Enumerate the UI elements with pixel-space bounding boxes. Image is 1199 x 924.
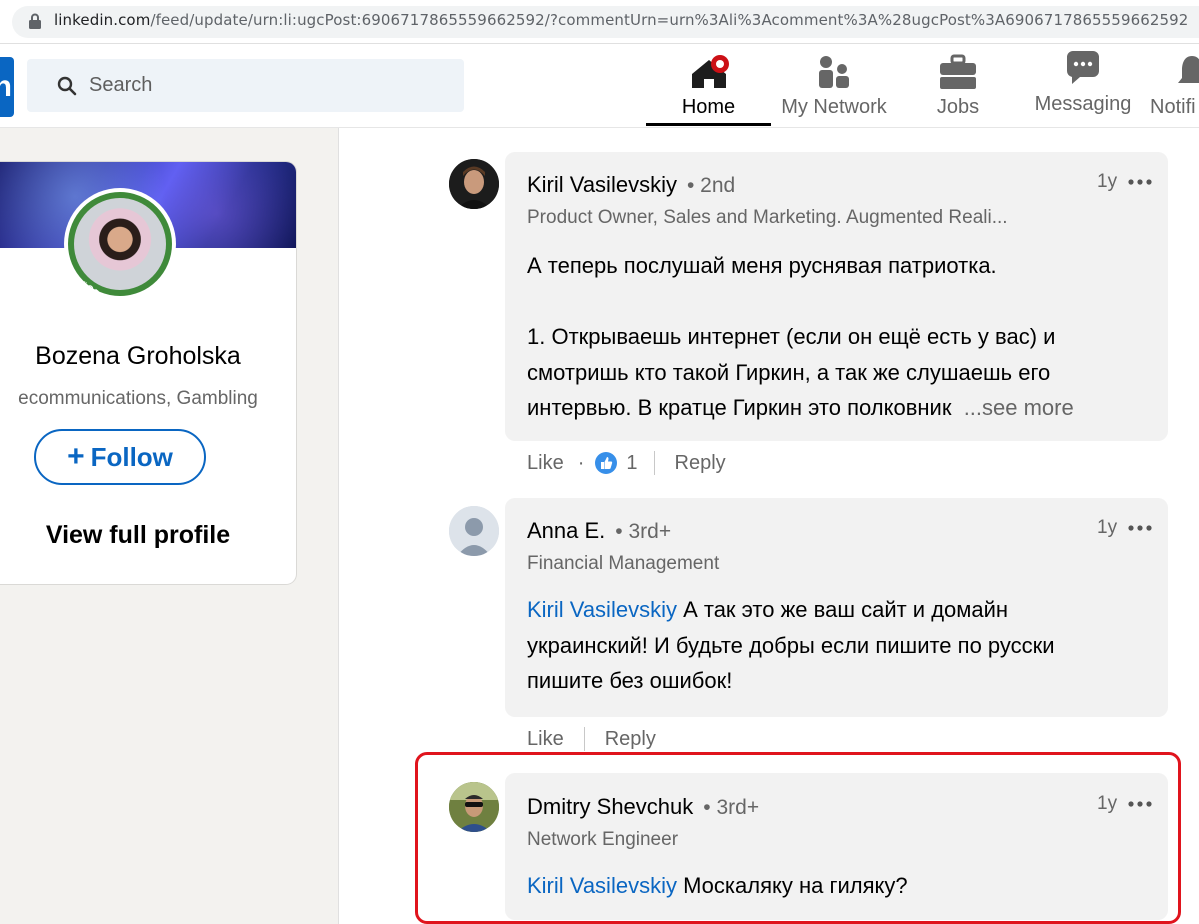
search-icon: [57, 76, 77, 96]
default-avatar-icon: [449, 506, 499, 556]
follow-label: Follow: [90, 442, 173, 472]
mention-link[interactable]: Kiril Vasilevskiy: [527, 597, 677, 622]
avatar-photo: [449, 159, 499, 209]
comment-line: 1. Открываешь интернет (если он ещё есть…: [527, 324, 1056, 349]
connection-degree: • 2nd: [686, 174, 736, 197]
people-icon: [819, 56, 849, 88]
highlight-box: [415, 752, 1181, 924]
profile-avatar[interactable]: #OPENTOWORK: [64, 188, 176, 333]
profile-headline: ecommunications, Gambling: [18, 388, 258, 409]
connection-degree: • 3rd+: [615, 520, 672, 543]
comment-author[interactable]: Kiril Vasilevskiy • 2nd: [527, 172, 735, 198]
browser-address-bar: linkedin.com/feed/update/urn:li:ugcPost:…: [0, 0, 1199, 44]
reply-button[interactable]: Reply: [605, 728, 656, 751]
comment-author-avatar[interactable]: [449, 506, 499, 556]
bell-icon: [1178, 56, 1199, 83]
search-input[interactable]: [89, 59, 449, 112]
nav-notifications[interactable]: Notifi: [1148, 44, 1199, 128]
author-name[interactable]: Anna E.: [527, 518, 605, 543]
see-more-link[interactable]: ...see more: [964, 395, 1074, 420]
nav-home-label: Home: [681, 96, 736, 118]
profile-card: #OPENTOWORK Bozena Groholska ecommunicat…: [0, 162, 296, 584]
comment-time: 1y: [1097, 171, 1118, 192]
nav-messaging[interactable]: Messaging: [1030, 41, 1136, 125]
url-domain: linkedin.com: [54, 11, 151, 29]
like-button[interactable]: Like: [527, 728, 564, 751]
briefcase-icon: [940, 54, 976, 89]
more-options-icon[interactable]: [1127, 172, 1153, 192]
more-options-icon[interactable]: [1127, 518, 1153, 538]
follow-button[interactable]: + Follow: [34, 429, 206, 485]
comment-text: Kiril Vasilevskiy А так это же ваш сайт …: [527, 592, 1147, 699]
author-name[interactable]: Kiril Vasilevskiy: [527, 172, 677, 197]
comment-author-avatar[interactable]: [449, 159, 499, 209]
linkedin-header: in Home My Network Jobs: [0, 44, 1199, 128]
profile-name[interactable]: Bozena Groholska: [0, 342, 296, 371]
reply-button[interactable]: Reply: [675, 452, 726, 475]
comment-author[interactable]: Anna E. • 3rd+: [527, 518, 671, 544]
url-text[interactable]: linkedin.com/feed/update/urn:li:ugcPost:…: [54, 11, 1188, 29]
nav-jobs-label: Jobs: [936, 96, 980, 118]
divider: [653, 451, 655, 475]
comment-actions: Like · 1 Reply: [527, 451, 726, 475]
author-title: Financial Management: [527, 553, 720, 574]
search-bar[interactable]: [27, 59, 464, 112]
comment-line: интервью. В кратце Гиркин это полковник: [527, 395, 952, 420]
lock-icon: [29, 13, 41, 29]
nav-home[interactable]: Home: [646, 44, 771, 128]
comment-text: А теперь послушай меня руснявая патриотк…: [527, 248, 1147, 426]
comment-line: смотришь кто такой Гиркин, а так же слуш…: [527, 359, 1051, 385]
nav-notifications-label: Notifi: [1150, 96, 1196, 118]
nav-jobs[interactable]: Jobs: [918, 44, 998, 128]
nav-my-network[interactable]: My Network: [771, 44, 897, 128]
comment-line: А теперь послушай меня руснявая патриотк…: [527, 253, 997, 278]
like-button[interactable]: Like: [527, 452, 564, 475]
url-path: /feed/update/urn:li:ugcPost:690671786555…: [150, 11, 1189, 29]
nav-messaging-label: Messaging: [1034, 93, 1132, 115]
comment-time: 1y: [1097, 517, 1118, 538]
comment-line: пишите без ошибок!: [527, 668, 733, 693]
like-reaction-icon[interactable]: [594, 451, 618, 475]
nav-my-network-label: My Network: [781, 96, 887, 118]
like-count[interactable]: 1: [626, 452, 637, 475]
comment-line: А так это же ваш сайт и домайн: [683, 597, 1009, 622]
chat-icon: [1066, 51, 1099, 84]
comment-actions: Like Reply: [527, 727, 656, 751]
linkedin-logo[interactable]: in: [0, 57, 14, 117]
comment-line: украинский! И будьте добры если пишите п…: [527, 632, 1055, 658]
divider: [583, 727, 585, 751]
view-full-profile-link[interactable]: View full profile: [0, 521, 296, 550]
comment-line: [527, 284, 1147, 320]
plus-icon: +: [67, 440, 85, 473]
home-icon: [691, 55, 729, 88]
separator-dot: ·: [577, 451, 585, 474]
author-title: Product Owner, Sales and Marketing. Augm…: [527, 207, 1008, 228]
